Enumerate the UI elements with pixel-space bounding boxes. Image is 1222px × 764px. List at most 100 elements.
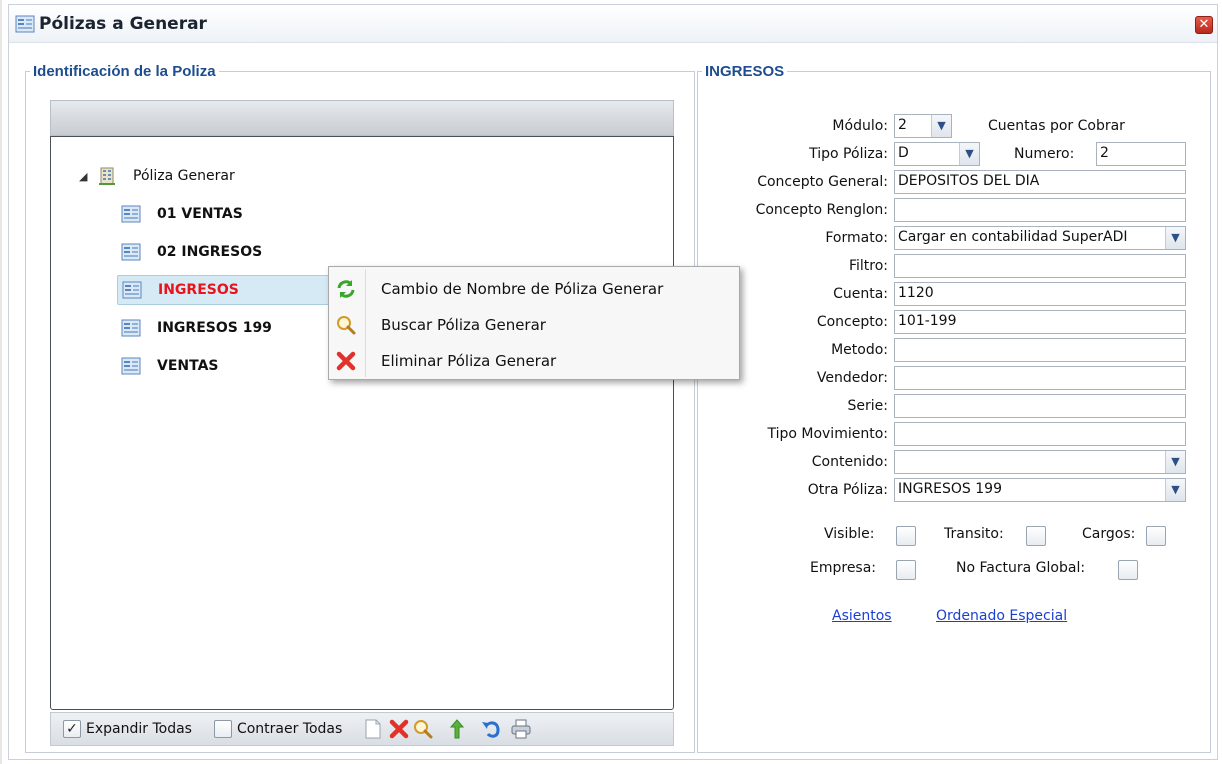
form-icon (121, 205, 141, 223)
concepto-input[interactable]: 101-199 (894, 310, 1186, 334)
chevron-down-icon[interactable]: ▼ (1165, 451, 1185, 473)
tipo-movimiento-label: Tipo Movimiento: (767, 426, 888, 442)
modulo-label: Módulo: (832, 118, 888, 134)
modulo-value: 2 (898, 117, 907, 133)
search-icon (337, 316, 356, 335)
concepto-general-value: DEPOSITOS DEL DIA (898, 173, 1040, 189)
formato-value: Cargar en contabilidad SuperADI (898, 229, 1128, 245)
title-bar: Pólizas a Generar ✕ (9, 5, 1217, 43)
tree-header (50, 100, 674, 136)
delete-icon (336, 351, 356, 371)
tree-node-01-ventas[interactable]: 01 VENTAS (117, 199, 623, 229)
close-button[interactable]: ✕ (1195, 16, 1213, 34)
close-icon: ✕ (1198, 17, 1210, 32)
concepto-general-row: Concepto General: DEPOSITOS DEL DIA (698, 170, 1208, 194)
cargos-label: Cargos: (1082, 526, 1136, 542)
left-panel-legend: Identificación de la Poliza (33, 63, 216, 80)
transito-checkbox[interactable] (1026, 526, 1046, 546)
menu-item-label: Buscar Póliza Generar (381, 316, 546, 334)
chevron-down-icon[interactable]: ▼ (931, 115, 951, 137)
tree-context-menu: Cambio de Nombre de Póliza Generar Busca… (328, 266, 740, 380)
otra-poliza-select[interactable]: INGRESOS 199 ▼ (894, 478, 1186, 502)
tree-node-ventas[interactable]: VENTAS (117, 351, 337, 381)
metodo-input[interactable] (894, 338, 1186, 362)
modulo-select[interactable]: 2 ▼ (894, 114, 952, 138)
cuenta-input[interactable]: 1120 (894, 282, 1186, 306)
tree-node-label: INGRESOS 199 (157, 320, 272, 336)
no-factura-global-checkbox[interactable] (1118, 560, 1138, 580)
form-icon (121, 357, 141, 375)
collapse-all-label: Contraer Todas (236, 721, 343, 737)
cargos-checkbox[interactable] (1146, 526, 1166, 546)
tree-node-label: VENTAS (157, 358, 219, 374)
tree-root-label: Póliza Generar (133, 168, 235, 184)
building-icon (99, 167, 115, 185)
form-icon (121, 319, 141, 337)
document-icon (15, 15, 35, 33)
polizas-window: Pólizas a Generar ✕ Identificación de la… (8, 4, 1218, 760)
tree-root-item[interactable]: ◢ Póliza Generar (79, 161, 235, 191)
ordenado-especial-link[interactable]: Ordenado Especial (936, 608, 1067, 624)
formato-select[interactable]: Cargar en contabilidad SuperADI ▼ (894, 226, 1186, 250)
tree-node-label: INGRESOS (158, 282, 239, 298)
delete-poliza-menu-item[interactable]: Eliminar Póliza Generar (329, 343, 739, 379)
filtro-row: Filtro: (698, 254, 1208, 278)
expand-all-checkbox[interactable]: ✓ (63, 720, 81, 738)
filtro-input[interactable] (894, 254, 1186, 278)
cuenta-row: Cuenta: 1120 (698, 282, 1208, 306)
rename-poliza-menu-item[interactable]: Cambio de Nombre de Póliza Generar (329, 271, 739, 307)
ingresos-panel: INGRESOS Módulo: 2 ▼ Cuentas por Cobrar … (697, 63, 1211, 753)
tree-node-label: 02 INGRESOS (157, 244, 263, 260)
search-icon[interactable] (412, 718, 434, 740)
concepto-value: 101-199 (898, 313, 957, 329)
vendedor-row: Vendedor: (698, 366, 1208, 390)
poliza-tree: ◢ Póliza Generar 01 VENTAS 02 INGRESOS I… (50, 136, 674, 710)
expand-triangle-icon[interactable]: ◢ (79, 170, 97, 183)
numero-label: Numero: (1014, 146, 1075, 162)
serie-label: Serie: (847, 398, 888, 414)
metodo-row: Metodo: (698, 338, 1208, 362)
tipo-poliza-value: D (898, 145, 909, 161)
tipo-poliza-label: Tipo Póliza: (809, 146, 888, 162)
print-icon[interactable] (510, 718, 532, 740)
filtro-label: Filtro: (848, 258, 888, 274)
concepto-general-input[interactable]: DEPOSITOS DEL DIA (894, 170, 1186, 194)
tipo-poliza-select[interactable]: D ▼ (894, 142, 980, 166)
chevron-down-icon[interactable]: ▼ (1165, 479, 1185, 501)
contenido-row: Contenido: ▼ (698, 450, 1208, 474)
tree-node-02-ingresos[interactable]: 02 INGRESOS (117, 237, 623, 267)
otra-poliza-label: Otra Póliza: (807, 482, 888, 498)
concepto-renglon-label: Concepto Renglon: (755, 202, 888, 218)
empresa-label: Empresa: (810, 560, 877, 576)
transito-label: Transito: (944, 526, 1004, 542)
undo-icon[interactable] (480, 718, 502, 740)
concepto-renglon-row: Concepto Renglon: (698, 198, 1208, 222)
visible-checkbox[interactable] (896, 526, 916, 546)
collapse-all-checkbox[interactable] (213, 720, 232, 738)
asientos-link[interactable]: Asientos (832, 608, 892, 624)
tree-node-ingresos-199[interactable]: INGRESOS 199 (117, 313, 337, 343)
otra-poliza-row: Otra Póliza: INGRESOS 199 ▼ (698, 478, 1208, 502)
concepto-renglon-input[interactable] (894, 198, 1186, 222)
search-poliza-menu-item[interactable]: Buscar Póliza Generar (329, 307, 739, 343)
metodo-label: Metodo: (831, 342, 888, 358)
chevron-down-icon[interactable]: ▼ (1165, 227, 1185, 249)
modulo-row: Módulo: 2 ▼ Cuentas por Cobrar (698, 114, 1208, 138)
cuenta-label: Cuenta: (833, 286, 888, 302)
serie-input[interactable] (894, 394, 1186, 418)
window-edge (0, 0, 2, 764)
menu-item-label: Cambio de Nombre de Póliza Generar (381, 280, 664, 298)
tipo-movimiento-row: Tipo Movimiento: (698, 422, 1208, 446)
visible-label: Visible: (824, 526, 875, 542)
contenido-select[interactable]: ▼ (894, 450, 1186, 474)
numero-input[interactable]: 2 (1096, 142, 1186, 166)
expand-all-label: Expandir Todas (86, 721, 192, 737)
new-document-icon[interactable] (362, 718, 384, 740)
window-title: Pólizas a Generar (39, 14, 207, 34)
vendedor-input[interactable] (894, 366, 1186, 390)
empresa-checkbox[interactable] (896, 560, 916, 580)
move-up-arrow-icon[interactable] (446, 718, 468, 740)
chevron-down-icon[interactable]: ▼ (959, 143, 979, 165)
delete-icon[interactable] (388, 718, 410, 740)
tipo-movimiento-input[interactable] (894, 422, 1186, 446)
